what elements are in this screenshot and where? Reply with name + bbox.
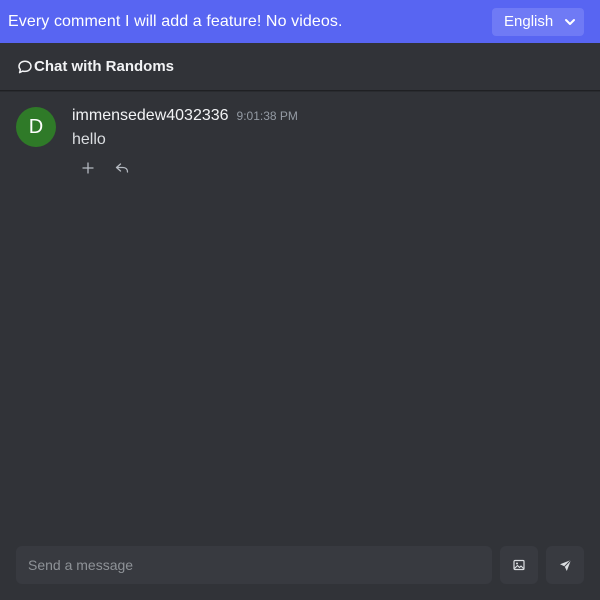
language-select[interactable]: English	[492, 7, 584, 36]
list-item: D immensedew4032336 9:01:38 PM hello	[16, 107, 586, 178]
chat-bubble-icon	[18, 59, 32, 73]
message-text: hello	[72, 131, 106, 148]
add-reaction-button[interactable]	[78, 158, 98, 178]
banner-text: Every comment I will add a feature! No v…	[8, 12, 343, 30]
message-input[interactable]	[16, 546, 493, 584]
channel-header: Chat with Randoms	[0, 43, 600, 91]
reply-icon	[115, 163, 129, 173]
message-actions	[78, 158, 298, 178]
chevron-down-icon	[565, 18, 575, 25]
send-icon	[559, 559, 571, 571]
plus-icon	[82, 162, 94, 174]
message-timestamp: 9:01:38 PM	[236, 109, 298, 123]
image-icon	[513, 559, 525, 571]
send-button[interactable]	[546, 546, 584, 584]
reply-button[interactable]	[112, 158, 132, 178]
page-title: Chat with Randoms	[34, 58, 175, 75]
message-author[interactable]: immensedew4032336	[72, 107, 229, 125]
message-composer	[16, 546, 584, 584]
avatar-letter: D	[28, 115, 44, 138]
avatar[interactable]: D	[16, 107, 56, 147]
attach-image-button[interactable]	[500, 546, 539, 584]
message-body: immensedew4032336 9:01:38 PM hello	[72, 107, 298, 178]
announcement-banner: Every comment I will add a feature! No v…	[0, 0, 600, 43]
message-meta: immensedew4032336 9:01:38 PM	[72, 107, 298, 127]
language-select-value: English	[504, 13, 554, 30]
